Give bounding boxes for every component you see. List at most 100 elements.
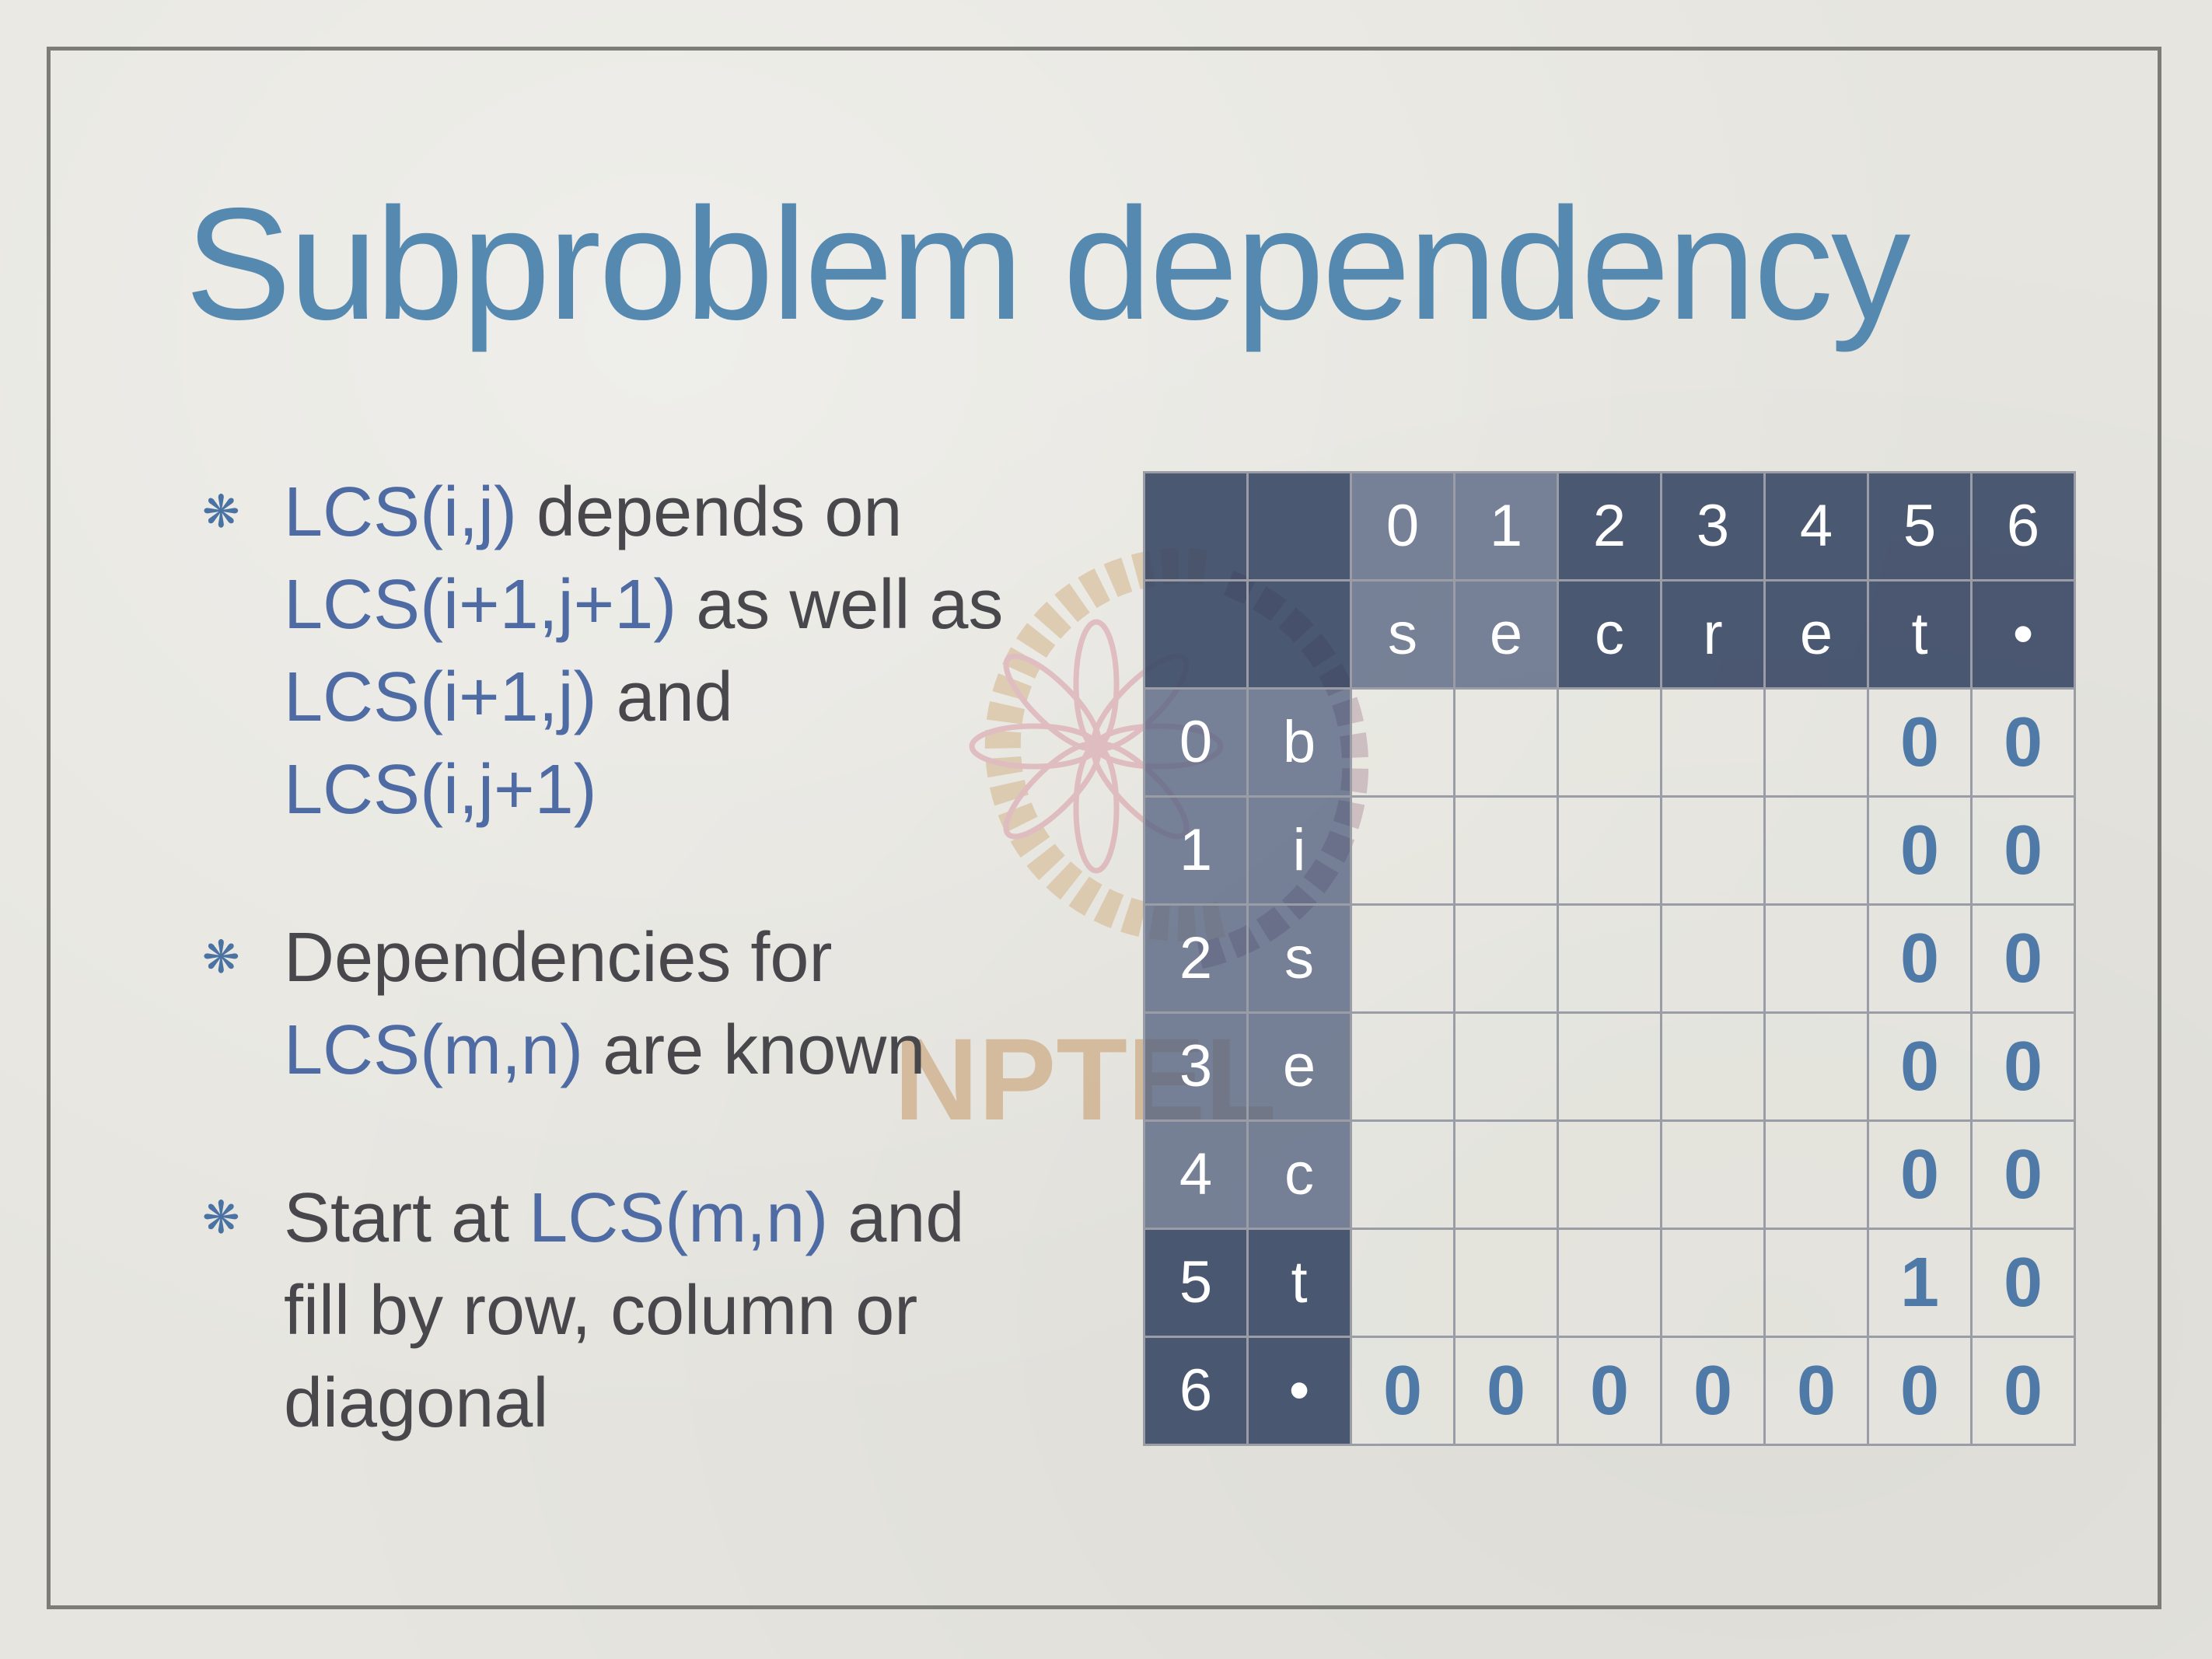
row-index: 4 [1143,1119,1249,1230]
row-char: b [1246,687,1352,798]
table-cell: 0 [1970,1119,2076,1230]
table-cell: 0 [1970,1336,2076,1446]
table-cell [1453,1011,1559,1122]
row-index: 3 [1143,1011,1249,1122]
column-char: s [1350,579,1455,690]
column-index: 0 [1350,471,1455,582]
table-cell: 0 [1970,795,2076,906]
table-cell: 0 [1867,795,1973,906]
row-index: 0 [1143,687,1249,798]
column-index: 4 [1763,471,1869,582]
column-index: 2 [1557,471,1662,582]
column-char: r [1660,579,1766,690]
bullet-segment: as well as [676,566,1004,644]
table-cell: 0 [1350,1336,1455,1446]
table-cell [1557,1228,1662,1338]
bullet-text: LCS(i,j) depends on LCS(i+1,j+1) as well… [284,473,1003,829]
row-char: s [1246,903,1352,1014]
table-cell [1453,795,1559,906]
column-index: 5 [1867,471,1973,582]
column-char: t [1867,579,1973,690]
asterisk-icon: ❋ [202,1193,240,1243]
row-index: 1 [1143,795,1249,906]
table-cell: 0 [1867,1119,1973,1230]
column-char-row: s e c r e t • [1143,579,2076,690]
table-cell [1660,1011,1766,1122]
bullet-segment: LCS(i+1,j+1) [284,566,677,644]
table-row: 4 c 0 0 [1143,1119,2076,1230]
table-cell [1660,687,1766,798]
column-index: 1 [1453,471,1559,582]
column-index-row: 0 1 2 3 4 5 6 [1143,471,2076,582]
bullet-text: Dependencies for LCS(m,n) are known [284,919,925,1089]
asterisk-icon: ❋ [202,932,240,983]
table-cell [1763,1119,1869,1230]
bullet-segment: LCS(i+1,j) [284,658,597,736]
corner-cell [1246,471,1352,582]
corner-cell [1143,579,1249,690]
table-cell [1350,687,1455,798]
bullet-segment: LCS(m,n) [284,1011,584,1089]
row-index: 2 [1143,903,1249,1014]
bullet-segment: Start at [284,1179,529,1257]
row-char: • [1246,1336,1352,1446]
bullet-item: ❋ LCS(i,j) depends on LCS(i+1,j+1) as we… [198,466,1015,836]
table-cell: 0 [1763,1336,1869,1446]
table-cell [1350,1119,1455,1230]
table-cell [1453,687,1559,798]
table-cell [1350,903,1455,1014]
table-row: 3 e 0 0 [1143,1011,2076,1122]
table-cell [1763,795,1869,906]
bullet-segment: LCS(m,n) [529,1179,829,1257]
table-cell [1557,795,1662,906]
asterisk-icon: ❋ [202,487,240,537]
column-char: • [1970,579,2076,690]
table-cell: 0 [1970,687,2076,798]
table-cell [1350,1011,1455,1122]
table-cell [1763,903,1869,1014]
table-cell [1557,1011,1662,1122]
corner-cell [1143,471,1249,582]
table-cell: 0 [1867,1011,1973,1122]
table-cell [1453,1119,1559,1230]
table-cell: 0 [1867,687,1973,798]
table-cell: 0 [1557,1336,1662,1446]
table-cell: 0 [1970,1011,2076,1122]
bullet-list: ❋ LCS(i,j) depends on LCS(i+1,j+1) as we… [198,466,1015,1450]
table-cell [1557,687,1662,798]
bullet-segment: are known [583,1011,926,1089]
table-row: 5 t 1 0 [1143,1228,2076,1338]
table-cell: 0 [1867,1336,1973,1446]
bullet-segment: LCS(i,j) [284,473,518,551]
table-cell [1453,903,1559,1014]
row-char: e [1246,1011,1352,1122]
table-cell [1350,795,1455,906]
table-cell: 0 [1453,1336,1559,1446]
table-cell [1557,1119,1662,1230]
table-cell: 1 [1867,1228,1973,1338]
row-char: c [1246,1119,1352,1230]
table-cell [1453,1228,1559,1338]
table-cell [1557,903,1662,1014]
lcs-table: 0 1 2 3 4 5 6 s e c r e t • 0 b 0 0 1 i … [1143,471,2076,1446]
row-index: 6 [1143,1336,1249,1446]
row-char: i [1246,795,1352,906]
column-index: 6 [1970,471,2076,582]
row-char: t [1246,1228,1352,1338]
row-index: 5 [1143,1228,1249,1338]
table-cell [1660,1119,1766,1230]
bullet-segment: LCS(i,j+1) [284,751,597,829]
bullet-item: ❋ Dependencies for LCS(m,n) are known [198,912,1015,1097]
table-cell [1763,687,1869,798]
table-row: 2 s 0 0 [1143,903,2076,1014]
bullet-segment: and [596,658,733,736]
table-cell [1763,1228,1869,1338]
table-row: 6 • 0 0 0 0 0 0 0 [1143,1336,2076,1446]
column-char: c [1557,579,1662,690]
table-cell: 0 [1660,1336,1766,1446]
bullet-text: Start at LCS(m,n) and fill by row, colum… [284,1179,964,1442]
slide-title: Subproblem dependency [185,175,1910,353]
table-cell: 0 [1867,903,1973,1014]
bullet-segment: Dependencies for [284,919,833,997]
column-index: 3 [1660,471,1766,582]
